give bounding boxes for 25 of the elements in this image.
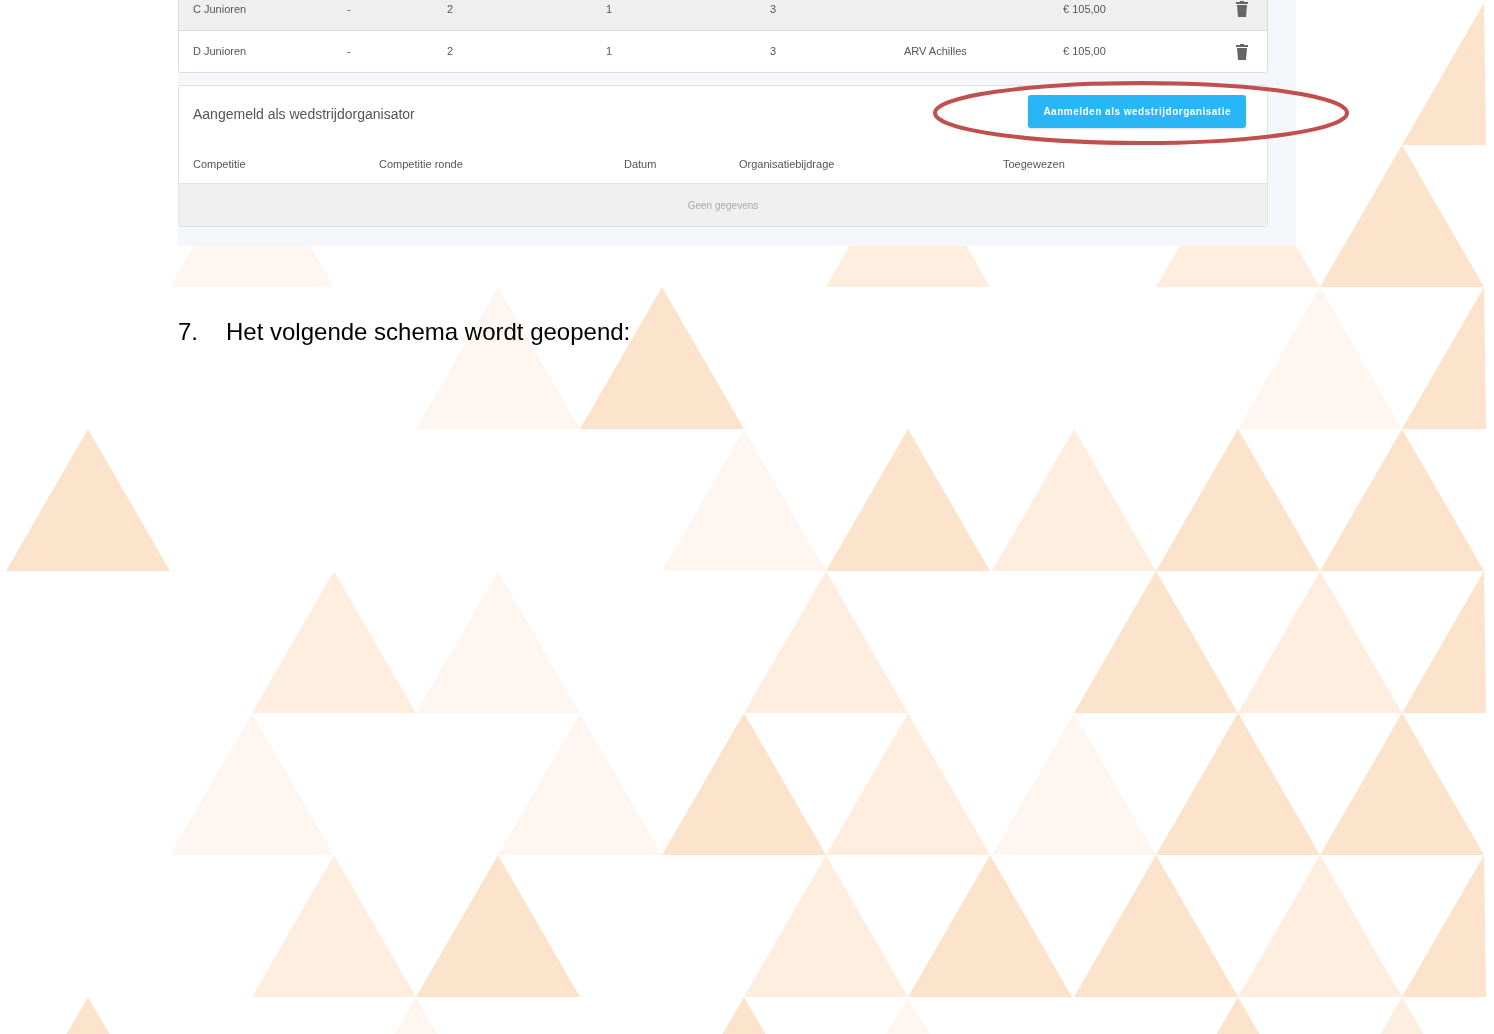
table-cell: 1 bbox=[606, 2, 613, 15]
table-cell: € 105,00 bbox=[1063, 45, 1106, 58]
trash-icon[interactable] bbox=[1236, 43, 1248, 60]
table-cell: 1 bbox=[606, 45, 613, 58]
table-cell: € 105,00 bbox=[1063, 2, 1106, 15]
column-header: Competitie ronde bbox=[379, 158, 463, 170]
step-text: Het volgende schema wordt geopend: bbox=[226, 317, 631, 347]
table-cell: - bbox=[347, 45, 351, 58]
table-cell: 3 bbox=[770, 45, 777, 58]
empty-message: Geen gegevens bbox=[687, 198, 759, 213]
column-header: Toegewezen bbox=[1003, 158, 1065, 170]
panel-title: Aangemeld als wedstrijdorganisator bbox=[193, 105, 415, 124]
column-header: Datum bbox=[624, 158, 657, 170]
table-cell: 3 bbox=[770, 2, 777, 15]
table-cell: 2 bbox=[447, 2, 454, 15]
column-header: Competitie bbox=[193, 158, 246, 170]
column-header: Organisatiebijdrage bbox=[739, 158, 835, 170]
register-organizer-button[interactable]: Aanmelden als wedstrijdorganisatie bbox=[1028, 95, 1246, 128]
trash-icon[interactable] bbox=[1236, 1, 1248, 17]
step-number: 7. bbox=[178, 317, 199, 347]
table-cell: 2 bbox=[447, 45, 454, 58]
table-cell: C Junioren bbox=[193, 2, 247, 15]
table-cell: ARV Achilles bbox=[904, 45, 967, 58]
table-cell: - bbox=[347, 2, 351, 15]
table-cell: D Junioren bbox=[193, 45, 247, 58]
